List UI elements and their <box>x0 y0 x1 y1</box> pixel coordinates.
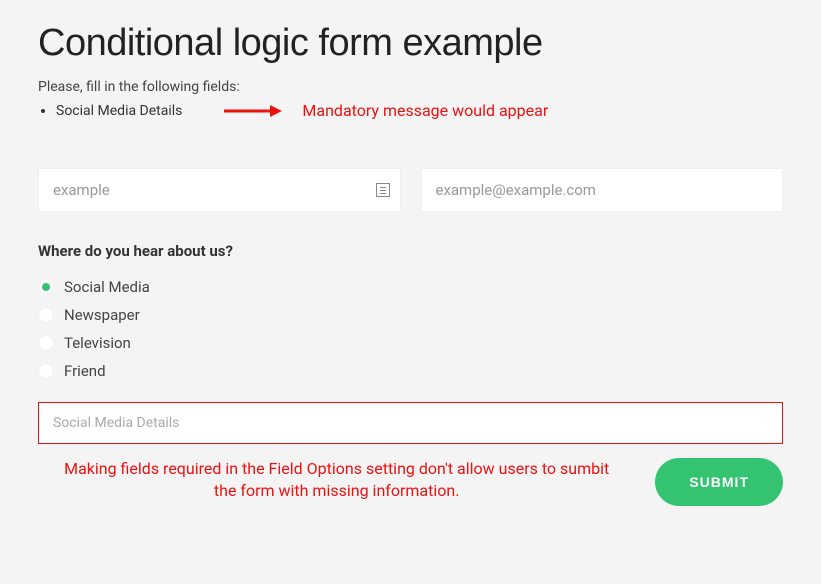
validation-list: Social Media Details <box>56 103 182 119</box>
contact-card-icon <box>376 183 390 197</box>
footer-row: Making fields required in the Field Opti… <box>38 458 783 506</box>
radio-icon <box>38 307 54 323</box>
radio-label: Friend <box>64 362 106 380</box>
radio-group: Social Media Newspaper Television Friend <box>38 278 783 380</box>
radio-option-newspaper[interactable]: Newspaper <box>38 306 783 324</box>
radio-icon <box>38 363 54 379</box>
validation-row: Social Media Details Mandatory message w… <box>38 101 783 120</box>
social-media-details-input[interactable]: Social Media Details <box>38 402 783 444</box>
email-input[interactable]: example@example.com <box>421 168 784 212</box>
validation-item: Social Media Details <box>56 103 182 119</box>
input-row: example example@example.com <box>38 168 783 212</box>
question-label: Where do you hear about us? <box>38 242 783 260</box>
name-input[interactable]: example <box>38 168 401 212</box>
arrow-icon <box>224 103 282 119</box>
annotation-mandatory: Mandatory message would appear <box>302 101 548 120</box>
radio-option-television[interactable]: Television <box>38 334 783 352</box>
radio-icon <box>38 279 54 295</box>
radio-label: Television <box>64 334 131 352</box>
radio-option-friend[interactable]: Friend <box>38 362 783 380</box>
radio-label: Newspaper <box>64 306 140 324</box>
form-container: Conditional logic form example Please, f… <box>0 0 821 524</box>
radio-option-social-media[interactable]: Social Media <box>38 278 783 296</box>
details-placeholder: Social Media Details <box>53 415 179 431</box>
page-title: Conditional logic form example <box>38 22 783 65</box>
radio-label: Social Media <box>64 278 150 296</box>
name-input-value: example <box>53 181 110 199</box>
validation-instruction: Please, fill in the following fields: <box>38 79 783 95</box>
annotation-required: Making fields required in the Field Opti… <box>38 458 635 503</box>
submit-button[interactable]: SUBMIT <box>655 458 783 506</box>
radio-icon <box>38 335 54 351</box>
email-input-value: example@example.com <box>436 181 596 199</box>
